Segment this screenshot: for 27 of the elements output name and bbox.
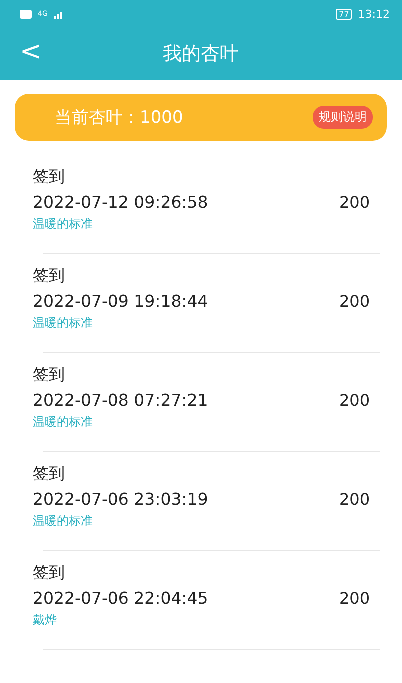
battery-level: 77 — [336, 8, 352, 20]
record-note: 温暖的标准 — [33, 315, 94, 332]
record-note: 温暖的标准 — [33, 216, 94, 233]
record-time: 2022-07-08 07:27:21 — [33, 391, 208, 410]
record-title: 签到 — [33, 563, 66, 584]
back-button[interactable]: < — [20, 38, 42, 66]
record-time: 2022-07-06 23:03:19 — [33, 490, 208, 509]
record-note: 戴烨 — [33, 612, 58, 629]
record-amount: 200 — [339, 292, 370, 311]
record-title: 签到 — [33, 266, 66, 287]
record-time: 2022-07-06 22:04:45 — [33, 589, 208, 608]
record-title: 签到 — [33, 167, 66, 188]
record-title: 签到 — [33, 464, 66, 485]
record-title: 签到 — [33, 365, 66, 386]
record-time: 2022-07-12 09:26:58 — [33, 193, 208, 212]
record-time: 2022-07-09 19:18:44 — [33, 292, 208, 311]
record-amount: 200 — [339, 391, 370, 410]
balance-label: 当前杏叶：1000 — [55, 107, 184, 129]
record-amount: 200 — [339, 589, 370, 608]
rules-button[interactable]: 规则说明 — [313, 106, 373, 129]
page-title: 我的杏叶 — [163, 42, 239, 67]
record-note: 温暖的标准 — [33, 513, 94, 530]
record-amount: 200 — [339, 490, 370, 509]
clock: 13:12 — [358, 8, 390, 20]
record-note: 温暖的标准 — [33, 414, 94, 431]
record-amount: 200 — [339, 193, 370, 212]
signal-icon — [54, 10, 64, 18]
